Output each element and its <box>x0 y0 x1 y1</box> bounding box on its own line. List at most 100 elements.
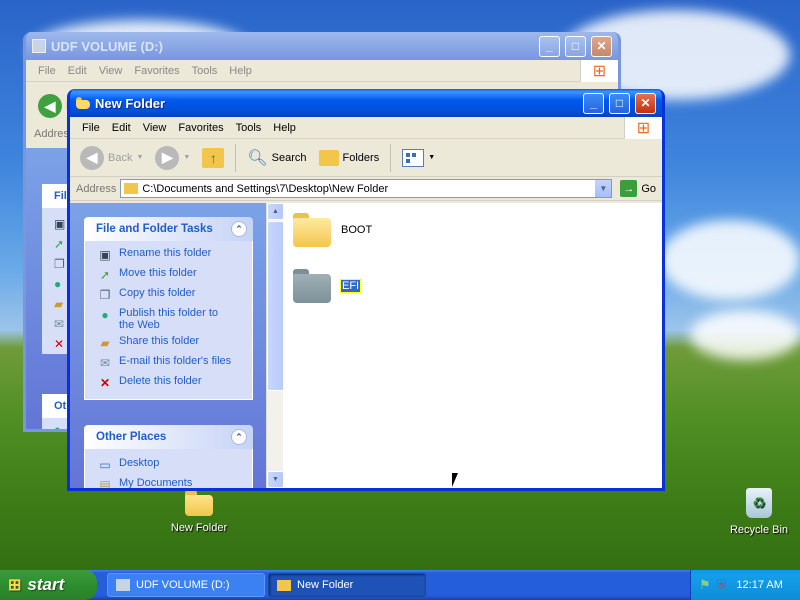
desktop-icon-label: New Folder <box>170 522 228 534</box>
desktop-icon-recycle-bin[interactable]: ♻ Recycle Bin <box>714 488 800 536</box>
folders-button[interactable]: Folders <box>315 148 384 168</box>
task-label: E-mail this folder's files <box>119 355 232 367</box>
panel-title: File and Folder Tasks <box>96 223 213 235</box>
go-arrow-icon: → <box>620 180 638 197</box>
menu-bar: File Edit View Favorites Tools Help ⊞ <box>70 117 662 139</box>
scroll-thumb[interactable] <box>267 221 284 391</box>
place-desktop[interactable]: ▭ Desktop <box>97 455 252 475</box>
folder-icon <box>76 97 90 109</box>
scroll-down-button[interactable]: ▼ <box>267 471 284 488</box>
up-folder-icon: ↑ <box>202 147 225 168</box>
folder-name: EFI <box>339 279 362 293</box>
address-label-partial: Addres <box>34 128 69 140</box>
taskbar-button-new-folder[interactable]: New Folder <box>268 573 426 597</box>
task-share[interactable]: ▰ Share this folder <box>97 333 252 353</box>
minimize-button[interactable]: _ <box>539 35 560 57</box>
taskbar: ⊞ start UDF VOLUME (D:) New Folder ⚑ ⛨ 1… <box>0 570 800 600</box>
desktop-icon-label: Recycle Bin <box>729 524 789 536</box>
menu-view[interactable]: View <box>93 65 129 77</box>
menu-edit[interactable]: Edit <box>106 122 137 134</box>
window-new-folder[interactable]: New Folder _ □ ✕ File Edit View Favorite… <box>67 89 665 491</box>
scroll-up-button[interactable]: ▲ <box>267 203 284 220</box>
task-publish[interactable]: ● Publish this folder to the Web <box>97 305 252 333</box>
close-button[interactable]: ✕ <box>591 35 612 57</box>
task-email[interactable]: ✉ E-mail this folder's files <box>97 353 252 373</box>
address-input[interactable]: C:\Documents and Settings\7\Desktop\New … <box>120 179 613 198</box>
task-rename[interactable]: ▣ Rename this folder <box>97 245 252 265</box>
task-pane: File and Folder Tasks ⌃ ▣ Rename this fol… <box>70 203 266 488</box>
views-button[interactable]: ▼ <box>398 147 439 169</box>
menu-edit[interactable]: Edit <box>62 65 93 77</box>
start-button[interactable]: ⊞ start <box>0 570 97 600</box>
task-label: Rename this folder <box>119 247 212 259</box>
back-label: Back <box>108 151 133 164</box>
rename-icon: ▣ <box>99 248 111 262</box>
title-bar[interactable]: UDF VOLUME (D:) _ □ ✕ <box>26 32 618 60</box>
other-places-panel: Other Places ⌃ ▭ Desktop ▤ My Documents <box>84 425 253 488</box>
folder-item-efi[interactable]: EFI <box>293 269 362 303</box>
globe-icon: ● <box>101 308 109 322</box>
folder-icon <box>185 490 213 516</box>
title-bar[interactable]: New Folder _ □ ✕ <box>70 89 662 117</box>
menu-favorites[interactable]: Favorites <box>172 122 229 134</box>
clock[interactable]: 12:17 AM <box>736 579 782 591</box>
cloud <box>660 220 800 300</box>
maximize-button[interactable]: □ <box>609 92 630 114</box>
menu-help[interactable]: Help <box>267 122 302 134</box>
close-button[interactable]: ✕ <box>635 92 656 114</box>
task-pane-scrollbar[interactable]: ▲ ▼ <box>266 203 284 488</box>
task-copy[interactable]: ❐ Copy this folder <box>97 285 252 305</box>
drive-icon <box>32 39 46 53</box>
system-tray: ⚑ ⛨ 12:17 AM <box>690 570 800 600</box>
collapse-chevron-icon[interactable]: ⌃ <box>231 221 247 237</box>
folder-icon <box>293 269 331 303</box>
menu-file[interactable]: File <box>32 65 62 77</box>
window-title: UDF VOLUME (D:) <box>51 38 163 54</box>
menu-favorites[interactable]: Favorites <box>128 65 185 77</box>
chevron-down-icon: ▼ <box>136 154 144 161</box>
forward-button[interactable]: ▶ ▼ <box>151 144 194 172</box>
taskbar-button-label: UDF VOLUME (D:) <box>136 579 230 591</box>
menu-bar: File Edit View Favorites Tools Help ⊞ <box>26 60 618 82</box>
back-arrow-icon[interactable]: ◀ <box>38 94 62 118</box>
views-icon <box>402 148 425 167</box>
menu-tools[interactable]: Tools <box>230 122 268 134</box>
search-label: Search <box>271 151 307 164</box>
task-label: Copy this folder <box>119 287 196 299</box>
task-delete[interactable]: ✕ Delete this folder <box>97 373 252 393</box>
toolbar: ◀ Back ▼ ▶ ▼ ↑ 🔍︎ Search Folders ▼ <box>70 139 662 177</box>
menu-help[interactable]: Help <box>223 65 258 77</box>
panel-header[interactable]: File and Folder Tasks ⌃ <box>84 217 253 241</box>
desktop-icon-new-folder[interactable]: New Folder <box>154 490 244 534</box>
folder-item-boot[interactable]: BOOT <box>293 213 372 247</box>
chevron-down-icon: ▼ <box>428 154 436 161</box>
chevron-down-icon[interactable]: ▼ <box>595 180 612 197</box>
taskbar-button-udf-volume[interactable]: UDF VOLUME (D:) <box>107 573 265 597</box>
collapse-chevron-icon[interactable]: ⌃ <box>231 429 247 445</box>
maximize-button[interactable]: □ <box>565 35 586 57</box>
task-label: Publish this folder to the Web <box>119 307 219 331</box>
mouse-cursor-icon <box>452 473 458 487</box>
toolbar-separator <box>235 143 237 172</box>
up-folder-button[interactable]: ↑ <box>198 146 228 170</box>
task-move[interactable]: ➚ Move this folder <box>97 265 252 285</box>
security-shield-icon[interactable]: ⛨ <box>717 577 727 593</box>
address-value: C:\Documents and Settings\7\Desktop\New … <box>142 182 389 195</box>
address-label: Address <box>76 182 117 195</box>
menu-tools[interactable]: Tools <box>186 65 224 77</box>
place-my-documents[interactable]: ▤ My Documents <box>97 475 252 488</box>
windows-logo-icon: ⊞ <box>624 117 662 139</box>
minimize-button[interactable]: _ <box>583 92 604 114</box>
back-button[interactable]: ◀ Back ▼ <box>76 144 147 172</box>
copy-icon: ❐ <box>99 288 111 302</box>
folder-icon <box>293 213 331 247</box>
folder-name: BOOT <box>341 224 373 236</box>
go-button[interactable]: → Go <box>616 180 662 197</box>
search-button[interactable]: 🔍︎ Search <box>243 146 310 170</box>
file-list: BOOT EFI <box>283 203 662 488</box>
drive-icon <box>116 579 130 591</box>
panel-header[interactable]: Other Places ⌃ <box>84 425 253 449</box>
menu-file[interactable]: File <box>76 122 106 134</box>
menu-view[interactable]: View <box>137 122 173 134</box>
network-icon[interactable]: ⚑ <box>699 577 711 593</box>
